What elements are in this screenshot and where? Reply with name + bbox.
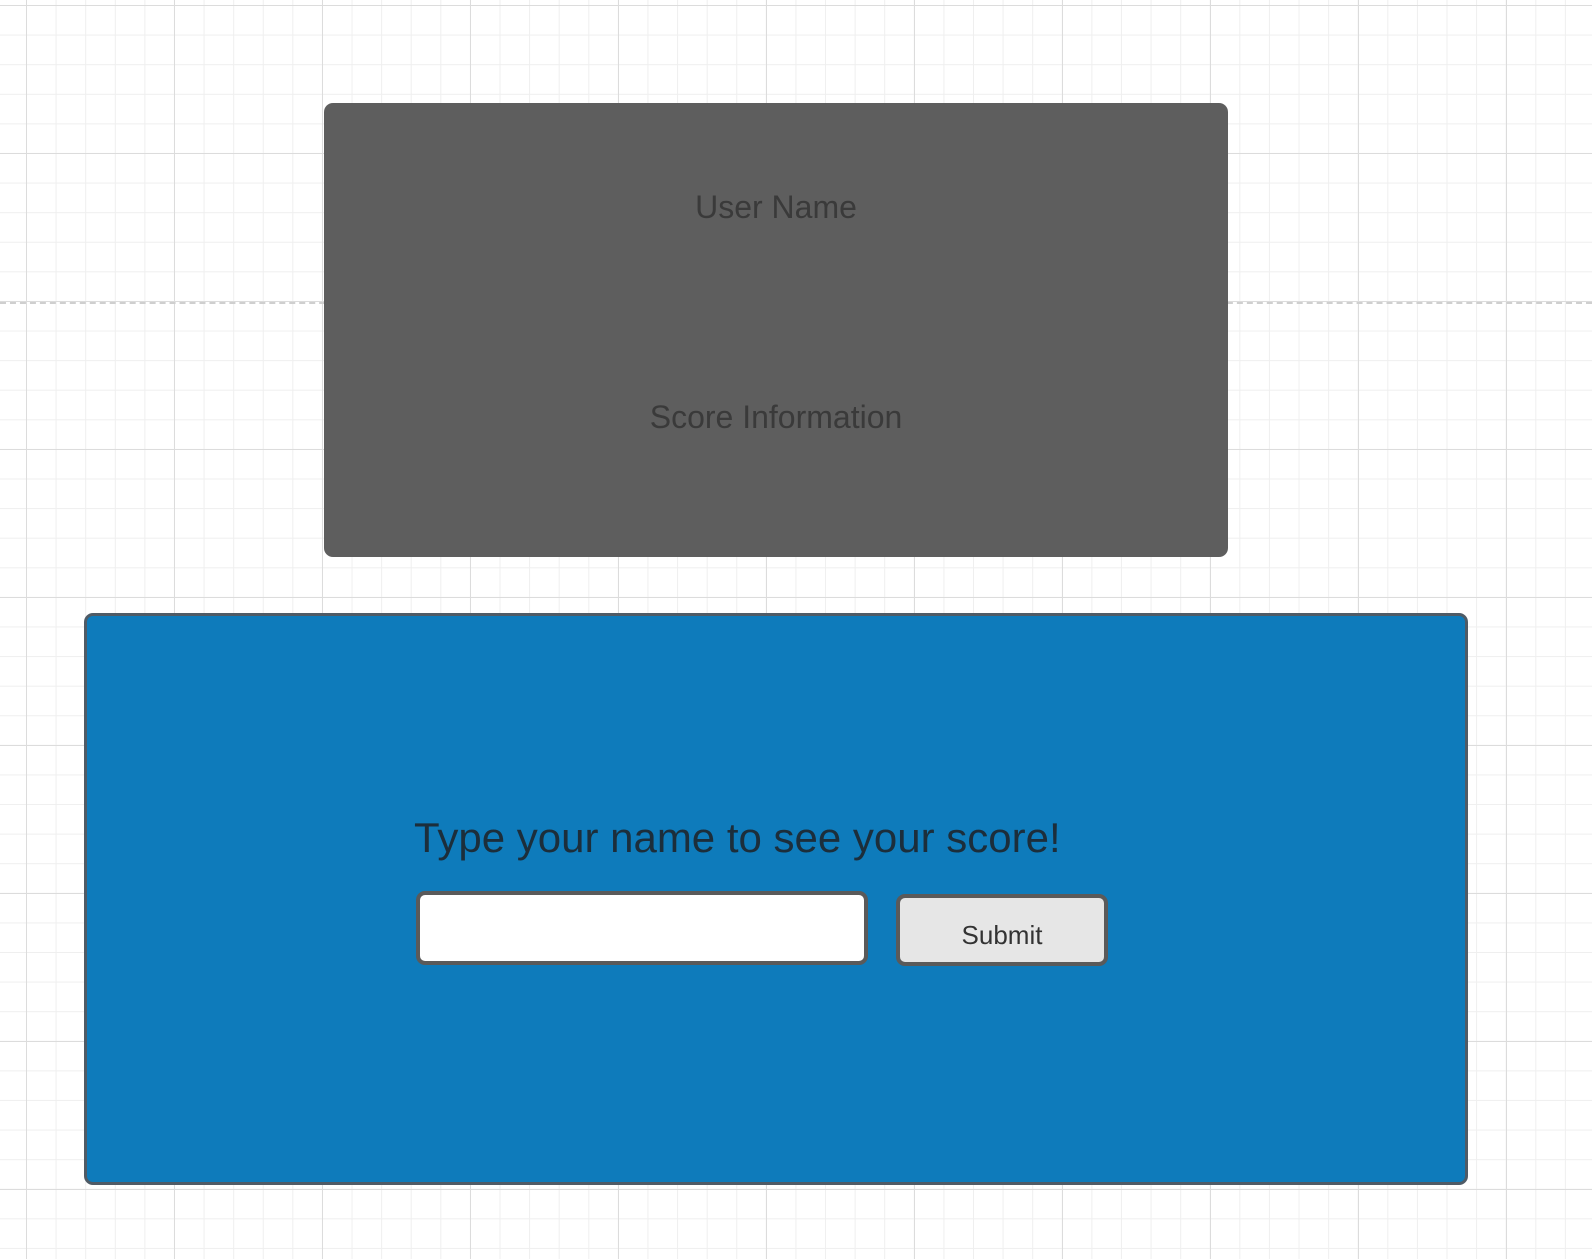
score-card: User Name Score Information [324, 103, 1228, 557]
name-entry-panel: Type your name to see your score! Submit [84, 613, 1468, 1185]
score-information-label: Score Information [649, 399, 903, 435]
name-input[interactable] [416, 891, 868, 965]
name-prompt-text: Type your name to see your score! [414, 814, 1061, 861]
user-name-label: User Name [695, 189, 857, 225]
submit-button[interactable]: Submit [896, 894, 1108, 966]
